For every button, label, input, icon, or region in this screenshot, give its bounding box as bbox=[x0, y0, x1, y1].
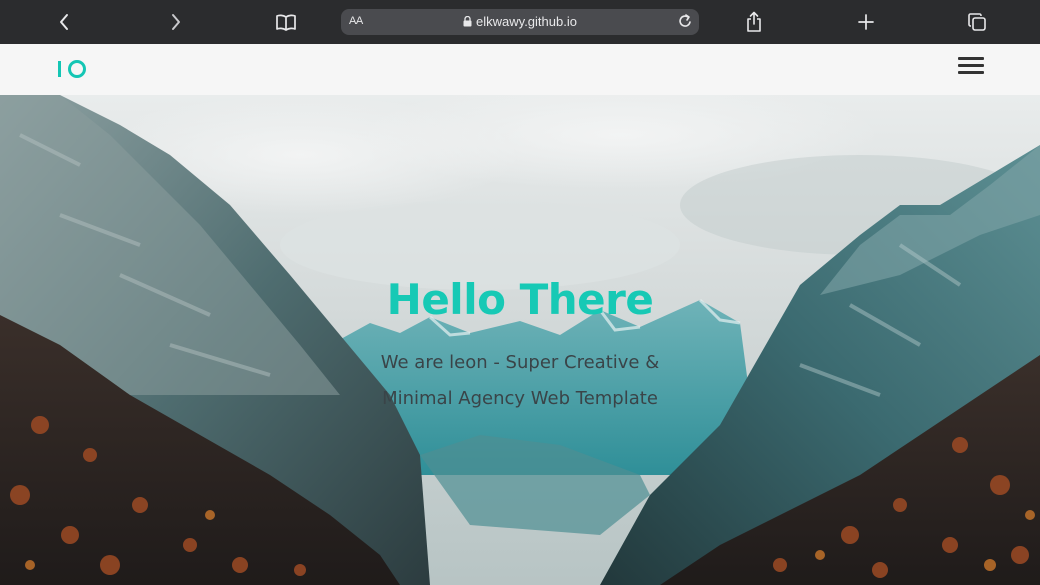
site-navbar bbox=[0, 44, 1040, 95]
bookmarks-icon[interactable] bbox=[272, 0, 300, 44]
url-text: elkwawy.github.io bbox=[476, 14, 577, 29]
hero-title: Hello There bbox=[386, 275, 654, 324]
forward-icon[interactable] bbox=[162, 0, 190, 44]
hamburger-icon[interactable] bbox=[958, 57, 984, 77]
hero-section: Hello There We are leon - Super Creative… bbox=[0, 95, 1040, 585]
share-icon[interactable] bbox=[740, 0, 768, 44]
hero-background-image bbox=[0, 95, 1040, 585]
browser-toolbar: AA elkwawy.github.io bbox=[0, 0, 1040, 44]
reload-icon[interactable] bbox=[677, 13, 693, 35]
new-tab-icon[interactable] bbox=[852, 0, 880, 44]
hero-subtitle: We are leon - Super Creative & Minimal A… bbox=[380, 352, 660, 409]
tabs-icon[interactable] bbox=[963, 0, 991, 44]
lock-icon bbox=[463, 15, 472, 30]
address-bar[interactable]: AA elkwawy.github.io bbox=[341, 9, 699, 35]
back-icon[interactable] bbox=[50, 0, 78, 44]
site-logo[interactable] bbox=[58, 56, 86, 82]
